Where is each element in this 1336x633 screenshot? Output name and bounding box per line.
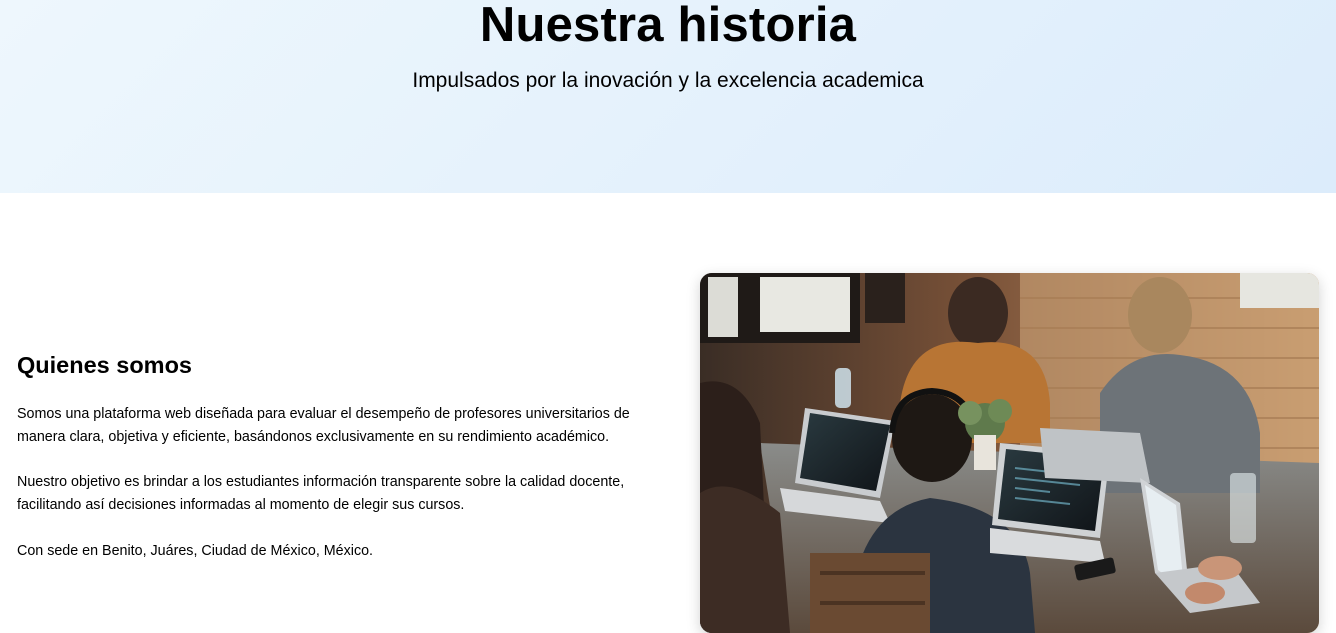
hero-banner: Nuestra historia Impulsados por la inova…: [0, 0, 1336, 193]
about-paragraph-objective: Nuestro objetivo es brindar a los estudi…: [17, 474, 625, 514]
team-photo: [700, 273, 1319, 633]
about-paragraph-mission: Somos una plataforma web diseñada para e…: [17, 406, 630, 445]
page-title: Nuestra historia: [479, 0, 857, 52]
about-section: Quienes somos Somos una plataforma web d…: [17, 350, 657, 563]
about-paragraph-location: Con sede en Benito, Juáres, Ciudad de Mé…: [17, 542, 374, 559]
about-heading: Quienes somos: [17, 352, 192, 378]
team-photo-icon: [700, 273, 1319, 633]
page-subtitle: Impulsados por la inovación y la excelen…: [412, 69, 924, 92]
